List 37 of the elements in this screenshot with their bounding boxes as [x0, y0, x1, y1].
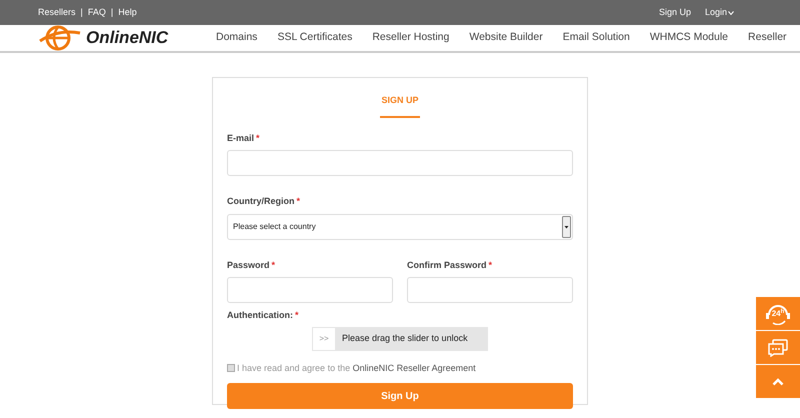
headset-icon	[765, 302, 791, 324]
field-label: Confirm Password *	[407, 258, 494, 272]
confirm-password-input-field[interactable]	[407, 277, 573, 303]
agreement-text: I have read and agree to the OnlineNIC Reseller Agreement	[237, 362, 476, 375]
top-link[interactable]: Login	[704, 6, 734, 20]
separator: |	[80, 6, 83, 19]
field-label: Password *	[227, 258, 276, 272]
logo-text: OnlineNIC	[86, 27, 168, 50]
separator: |	[110, 6, 114, 19]
nav-link[interactable]: Website Builder	[469, 30, 543, 46]
field-label: Authentication: *	[227, 309, 300, 322]
globe-logo-icon	[38, 25, 82, 51]
top-link[interactable]: Help	[118, 6, 137, 20]
chat-icon	[768, 338, 788, 356]
nav-link[interactable]: Reseller	[748, 30, 787, 46]
nav-link[interactable]: SSL Certificates	[277, 30, 352, 46]
chevron-up-icon	[772, 378, 784, 386]
nav-link[interactable]: WHMCS Module	[650, 30, 728, 46]
nav-link[interactable]: Domains	[216, 30, 258, 46]
top-link[interactable]: FAQ	[88, 6, 106, 20]
email-input-field[interactable]	[227, 150, 573, 176]
unlock-slider[interactable]: >> Please drag the slider to unlock	[312, 326, 488, 350]
logo[interactable]: OnlineNIC	[38, 25, 188, 51]
support-hours-text: 24$^{h}$	[772, 310, 784, 318]
field-label: E-mail *	[227, 132, 261, 144]
agreement-link[interactable]: OnlineNIC Reseller Agreement	[352, 362, 476, 372]
agreement-checkbox[interactable]	[227, 364, 235, 372]
nav-link[interactable]: Reseller Hosting	[372, 30, 450, 46]
field-label: Country/Region *	[227, 195, 302, 208]
password-input-field[interactable]	[227, 277, 393, 303]
back-to-top-button[interactable]	[756, 365, 800, 398]
nav-link[interactable]: Email Solution	[562, 30, 630, 46]
chat-button[interactable]	[756, 331, 800, 364]
slider-text: Please drag the slider to unlock	[342, 332, 468, 345]
top-link[interactable]: Sign Up	[658, 6, 691, 20]
top-link[interactable]: Resellers	[38, 6, 76, 20]
country-select[interactable]: Please select a country	[227, 214, 573, 240]
